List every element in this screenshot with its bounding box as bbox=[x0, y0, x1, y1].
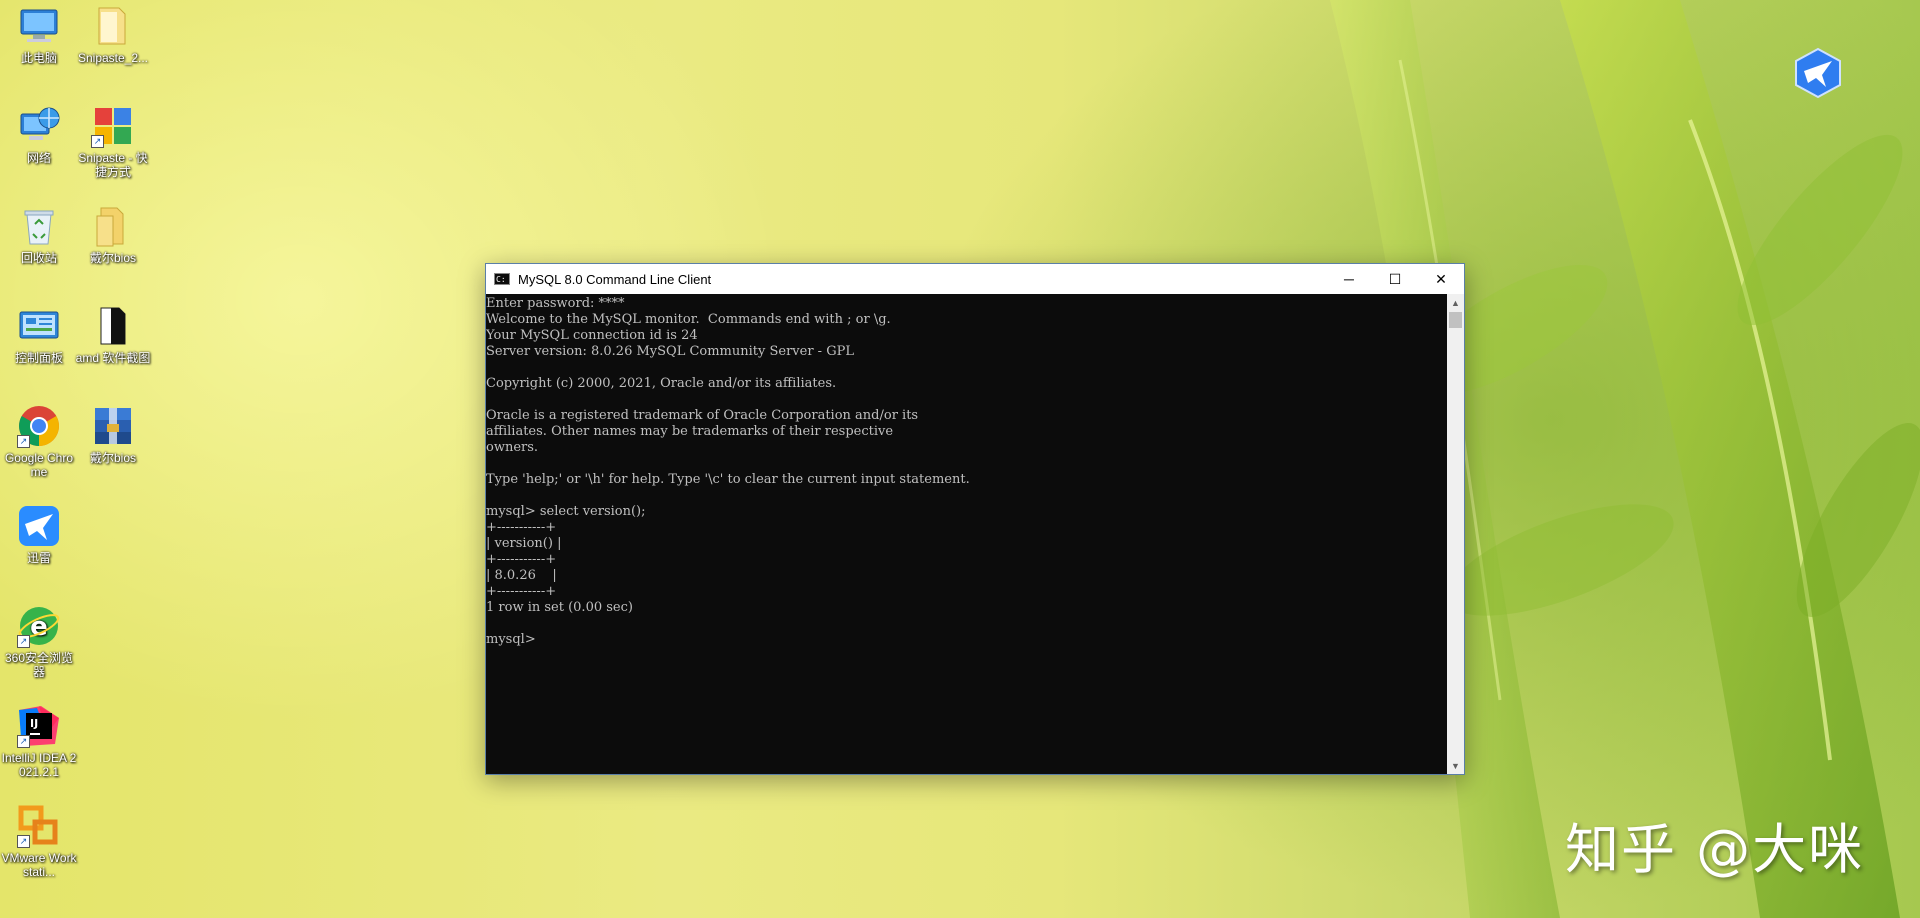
console-line: Welcome to the MySQL monitor. Commands e… bbox=[486, 312, 891, 327]
scroll-down-button[interactable]: ▼ bbox=[1447, 757, 1464, 774]
console-line: Your MySQL connection id is 24 bbox=[486, 328, 698, 343]
maximize-button[interactable]: ☐ bbox=[1372, 264, 1418, 294]
floating-xunlei-badge[interactable] bbox=[1792, 47, 1844, 99]
desktop-icon-label: 迅雷 bbox=[26, 551, 51, 565]
folder-icon bbox=[96, 207, 124, 247]
console-line: +-----------+ bbox=[486, 552, 557, 567]
desktop-icon-control-panel[interactable]: 控制面板 bbox=[0, 304, 78, 365]
console-line: Server version: 8.0.26 MySQL Community S… bbox=[486, 344, 854, 359]
desktop-icon-label: VMware Workstati... bbox=[1, 851, 77, 879]
shortcut-arrow-icon: ↗ bbox=[17, 835, 30, 848]
desktop-icon-label: Google Chrome bbox=[4, 451, 74, 479]
desktop-icon-amd-screenshot[interactable]: amd 软件截图 bbox=[74, 304, 152, 365]
desktop-icon-label: Snipaste_2... bbox=[77, 51, 149, 65]
desktop-icon-label: 360安全浏览器 bbox=[4, 651, 74, 679]
vertical-scrollbar[interactable]: ▲ ▼ bbox=[1447, 294, 1464, 774]
document-icon bbox=[100, 307, 126, 345]
desktop-icon-label: IntelliJ IDEA 2021.2.1 bbox=[1, 751, 77, 779]
desktop-icon-dell-bios-folder[interactable]: 戴尔bios bbox=[74, 204, 152, 265]
shortcut-arrow-icon: ↗ bbox=[91, 135, 104, 148]
network-icon bbox=[20, 107, 60, 140]
xunlei-bird-icon bbox=[19, 506, 59, 546]
console-line: 1 row in set (0.00 sec) bbox=[486, 600, 633, 615]
folder-icon bbox=[98, 7, 126, 45]
desktop-icon-intellij-idea[interactable]: IJ ↗ IntelliJ IDEA 2021.2.1 bbox=[0, 704, 78, 779]
console-line: | 8.0.26 | bbox=[486, 568, 557, 583]
console-line: Enter password: **** bbox=[486, 296, 625, 311]
console-line: affiliates. Other names may be trademark… bbox=[486, 424, 894, 439]
desktop-icon-label: 戴尔bios bbox=[89, 251, 136, 265]
desktop-icon-xunlei[interactable]: 迅雷 bbox=[0, 504, 78, 565]
svg-text:IJ: IJ bbox=[30, 717, 38, 730]
scroll-up-button[interactable]: ▲ bbox=[1447, 294, 1464, 311]
desktop-icon-this-pc[interactable]: 此电脑 bbox=[0, 4, 78, 65]
shortcut-arrow-icon: ↗ bbox=[17, 435, 30, 448]
chevron-up-icon: ▲ bbox=[1451, 297, 1460, 308]
minimize-button[interactable]: ─ bbox=[1326, 264, 1372, 294]
xunlei-bird-icon bbox=[1795, 47, 1841, 99]
console-line: Type 'help;' or '\h' for help. Type '\c'… bbox=[486, 472, 970, 487]
desktop-icon-dell-bios-archive[interactable]: 戴尔bios bbox=[74, 404, 152, 465]
desktop-icon-label: 网络 bbox=[26, 151, 51, 165]
desktop-icon-label: amd 软件截图 bbox=[75, 351, 151, 365]
desktop-icon-google-chrome[interactable]: ↗ Google Chrome bbox=[0, 404, 78, 479]
console-line: mysql> select version(); bbox=[486, 504, 646, 519]
console-line: Oracle is a registered trademark of Orac… bbox=[486, 408, 919, 423]
desktop-icon-label: 控制面板 bbox=[14, 351, 63, 365]
desktop-icon-recycle-bin[interactable]: 回收站 bbox=[0, 204, 78, 265]
scrollbar-thumb[interactable] bbox=[1449, 312, 1462, 328]
zhihu-watermark: 知乎 @大咪 bbox=[1565, 818, 1865, 881]
console-line: Copyright (c) 2000, 2021, Oracle and/or … bbox=[486, 376, 837, 391]
desktop-icon-360-browser[interactable]: e ↗ 360安全浏览器 bbox=[0, 604, 78, 679]
close-button[interactable]: ✕ bbox=[1418, 264, 1464, 294]
close-icon: ✕ bbox=[1435, 270, 1447, 287]
desktop-icon-vmware[interactable]: ↗ VMware Workstati... bbox=[0, 804, 78, 879]
maximize-icon: ☐ bbox=[1388, 270, 1402, 287]
console-line: | version() | bbox=[486, 536, 562, 551]
desktop-icon-network[interactable]: 网络 bbox=[0, 104, 78, 165]
recycle-bin-icon bbox=[24, 210, 54, 245]
console-app-icon: C: bbox=[494, 273, 510, 285]
shortcut-arrow-icon: ↗ bbox=[17, 735, 30, 748]
window-titlebar[interactable]: C: MySQL 8.0 Command Line Client ─ ☐ ✕ bbox=[486, 264, 1464, 294]
desktop-icon-label: 戴尔bios bbox=[89, 451, 136, 465]
console-line: mysql> bbox=[486, 632, 536, 647]
mysql-console-window[interactable]: C: MySQL 8.0 Command Line Client ─ ☐ ✕ E… bbox=[485, 263, 1465, 775]
control-panel-icon bbox=[19, 311, 59, 339]
archive-icon bbox=[95, 408, 131, 444]
minimize-icon: ─ bbox=[1344, 271, 1354, 287]
console-line: +-----------+ bbox=[486, 584, 557, 599]
desktop-icon-snipaste-file[interactable]: Snipaste_2... bbox=[74, 4, 152, 65]
chevron-down-icon: ▼ bbox=[1451, 760, 1460, 771]
console-output[interactable]: Enter password: **** Welcome to the MySQL… bbox=[486, 294, 1447, 774]
desktop-icon-label: Snipaste - 快捷方式 bbox=[78, 151, 148, 179]
desktop-icon-label: 此电脑 bbox=[20, 51, 57, 65]
computer-icon bbox=[20, 9, 58, 42]
console-line: +-----------+ bbox=[486, 520, 557, 535]
window-title: MySQL 8.0 Command Line Client bbox=[518, 271, 712, 287]
desktop-icon-snipaste-shortcut[interactable]: ↗ Snipaste - 快捷方式 bbox=[74, 104, 152, 179]
console-line: owners. bbox=[486, 440, 539, 455]
desktop-icon-label: 回收站 bbox=[20, 251, 57, 265]
shortcut-arrow-icon: ↗ bbox=[17, 635, 30, 648]
